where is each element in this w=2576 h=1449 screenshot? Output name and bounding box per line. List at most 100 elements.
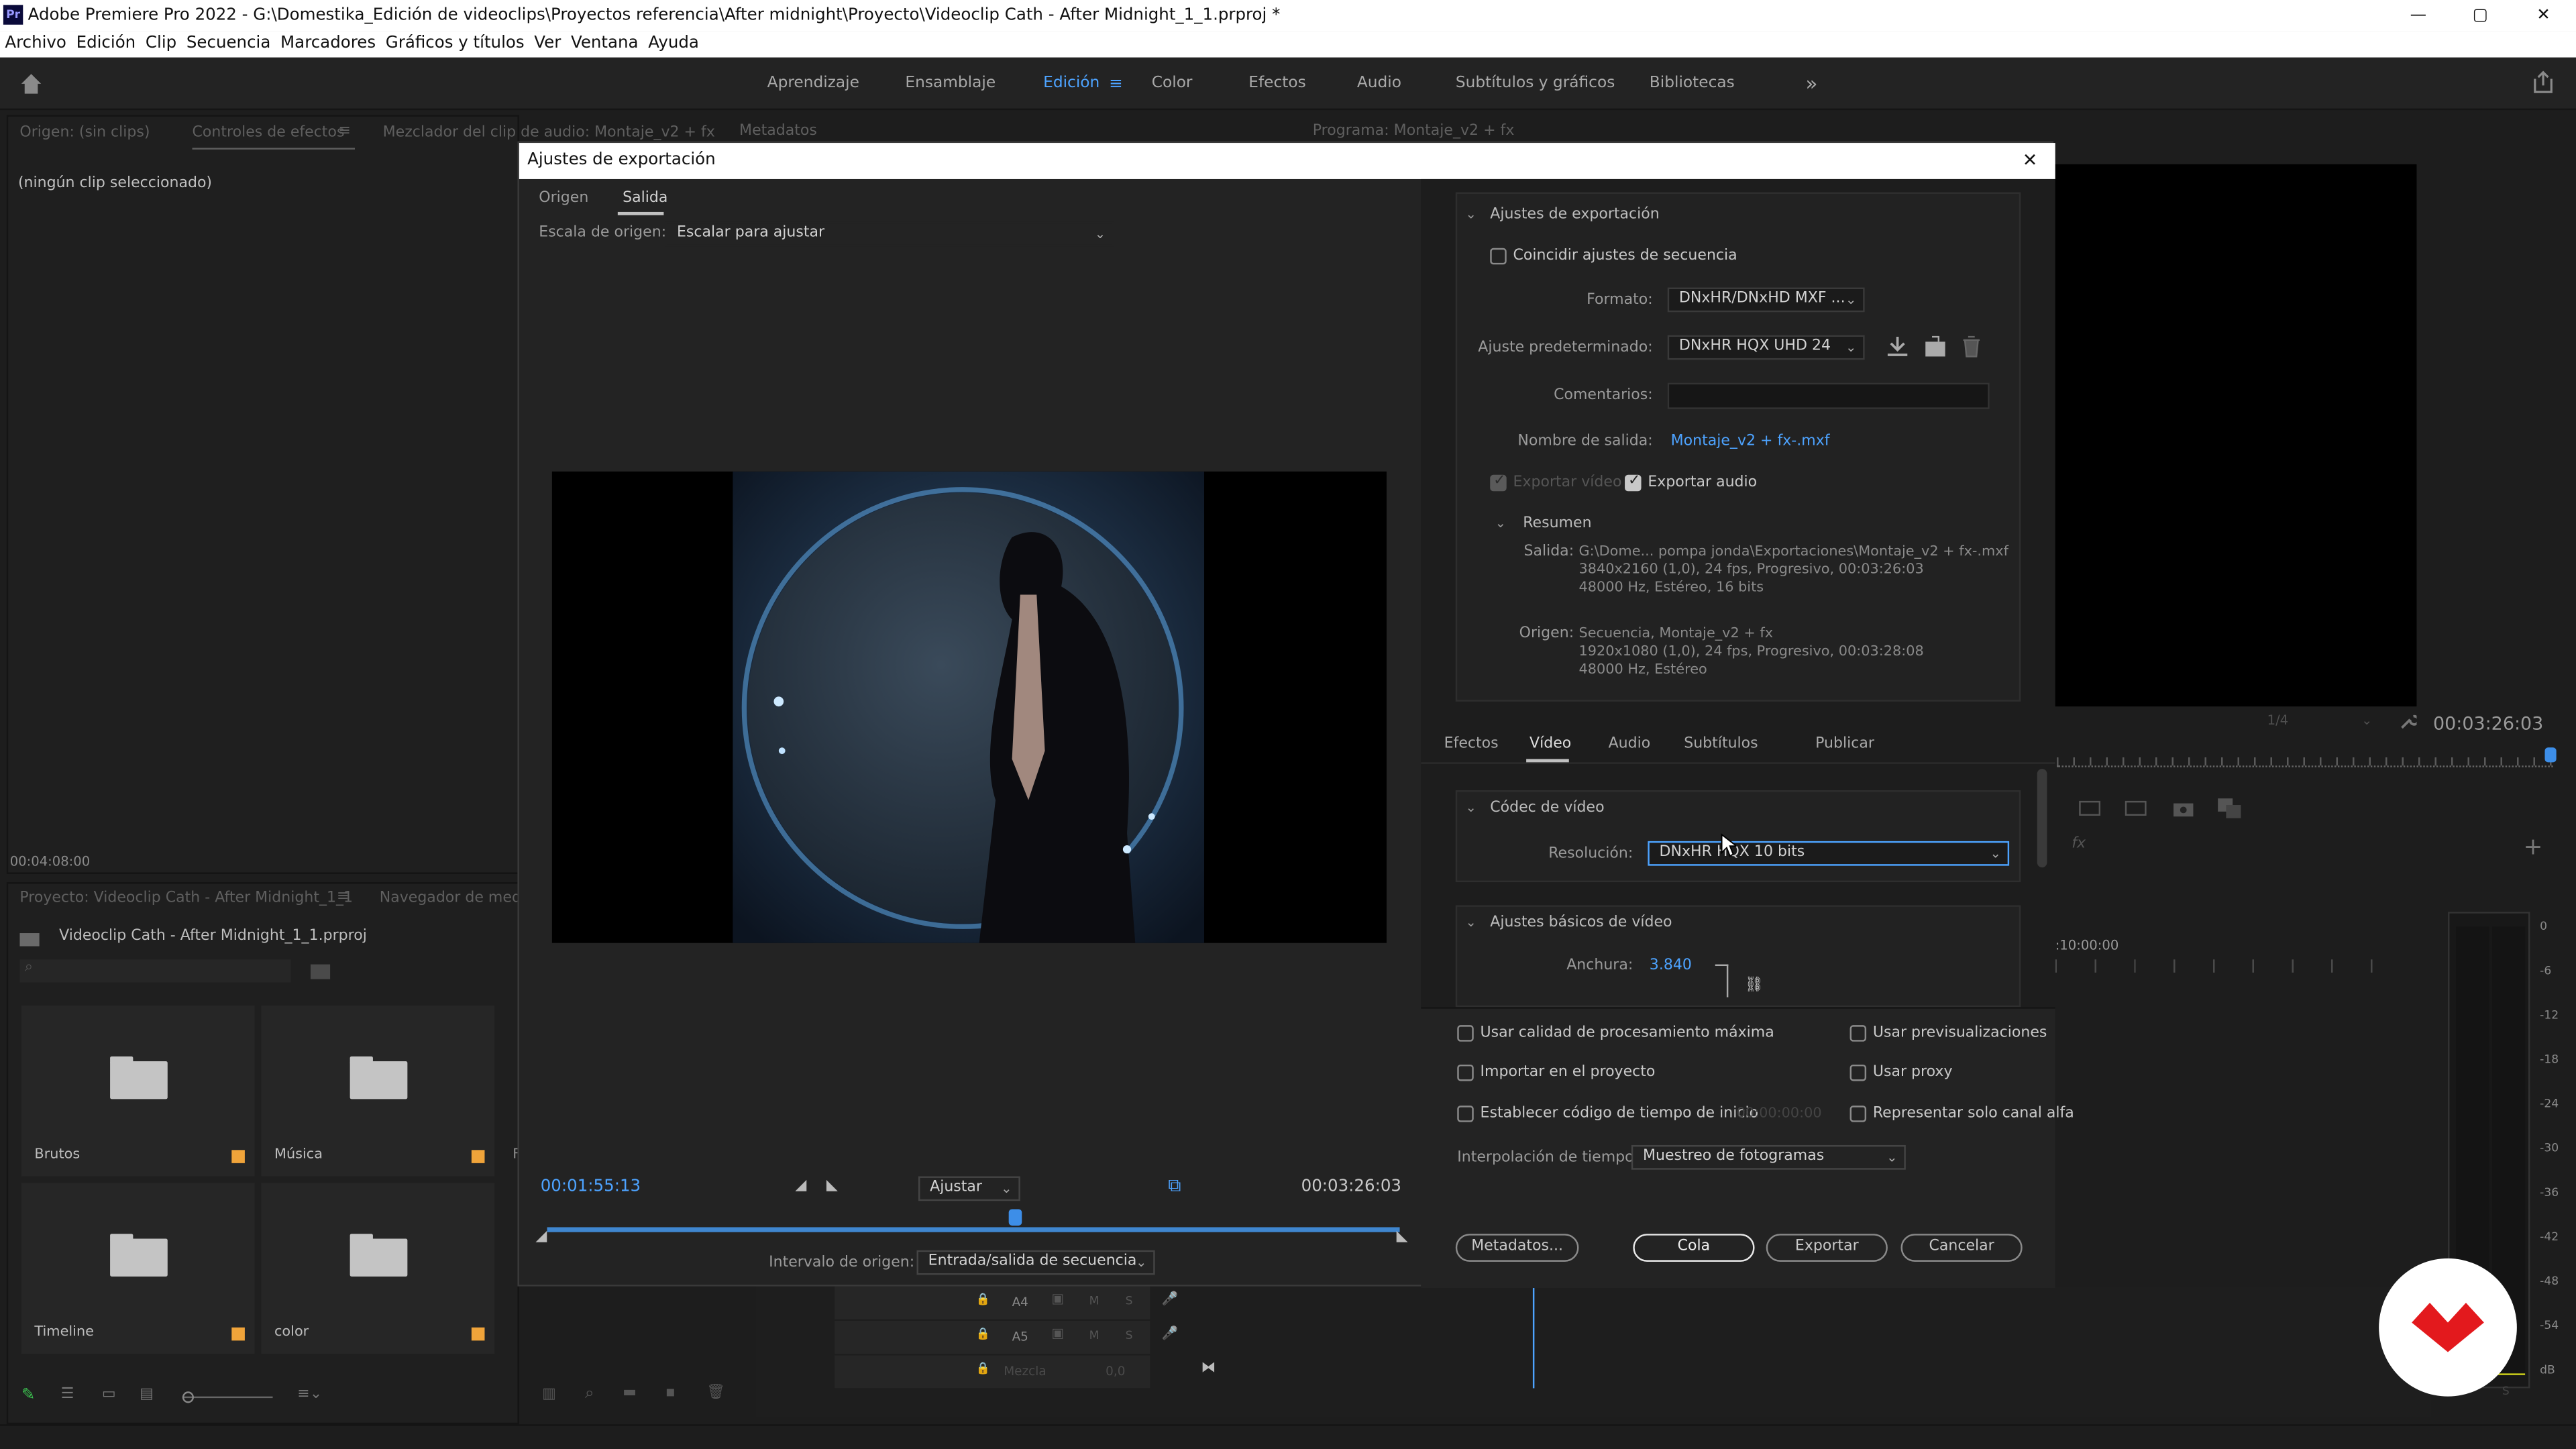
menu-secuencia[interactable]: Secuencia xyxy=(186,34,270,52)
use-previews-checkbox[interactable] xyxy=(1849,1025,1867,1042)
tab-video[interactable]: Vídeo xyxy=(1529,736,1571,752)
new-bin-icon[interactable]: ▬ xyxy=(623,1385,637,1401)
tab-effect-controls[interactable]: Controles de efectos xyxy=(193,125,345,141)
lift-icon[interactable] xyxy=(2077,797,2103,820)
new-bin-search-icon[interactable] xyxy=(310,963,331,979)
meter-solo-right[interactable]: S xyxy=(2502,1385,2510,1399)
mute-button[interactable]: M xyxy=(1089,1329,1099,1342)
project-search-input[interactable]: ⌕ xyxy=(19,959,291,983)
interpolation-select[interactable]: Muestreo de fotogramas ⌄ xyxy=(1631,1144,1906,1170)
menu-clip[interactable]: Clip xyxy=(146,34,176,52)
sync-icon[interactable]: ▣ xyxy=(1051,1291,1064,1306)
tab-audio-clip-mixer[interactable]: Mezclador del clip de audio: Montaje_v2 … xyxy=(383,125,715,141)
zoom-slider[interactable] xyxy=(182,1391,273,1403)
save-preset-icon[interactable] xyxy=(1886,335,1909,358)
find-icon[interactable]: ⌕ xyxy=(585,1385,594,1403)
import-project-checkbox[interactable] xyxy=(1457,1064,1474,1081)
workspace-tab-color[interactable]: Color xyxy=(1152,58,1193,110)
settings-scrollbar[interactable] xyxy=(2037,769,2047,868)
workspace-tab-bibliotecas[interactable]: Bibliotecas xyxy=(1650,58,1735,110)
maximize-button[interactable]: ▢ xyxy=(2473,0,2492,32)
sync-icon[interactable]: ▣ xyxy=(1051,1326,1064,1340)
lock-icon[interactable]: 🔒 xyxy=(976,1293,990,1306)
codec-chevron-icon[interactable]: ⌄ xyxy=(1466,800,1477,815)
bin-tile[interactable]: Brutos xyxy=(21,1005,255,1177)
source-range-select[interactable]: Entrada/salida de secuencia ⌄ xyxy=(916,1250,1155,1275)
panel-menu-icon[interactable]: ≡ xyxy=(338,123,350,140)
summary-chevron-icon[interactable]: ⌄ xyxy=(1495,516,1506,531)
mute-button[interactable]: M xyxy=(1089,1295,1099,1308)
tab-project[interactable]: Proyecto: Videoclip Cath - After Midnigh… xyxy=(19,890,353,906)
pencil-icon[interactable]: ✎ xyxy=(21,1387,36,1405)
project-menu-icon[interactable]: ≡ xyxy=(337,889,349,905)
workspace-menu-icon[interactable]: ≡ xyxy=(1109,76,1123,94)
menu-marcadores[interactable]: Marcadores xyxy=(280,34,376,52)
automate-icon[interactable]: ▥ xyxy=(542,1387,556,1403)
preset-select[interactable]: DNxHR HQX UHD 24 ⌄ xyxy=(1667,335,1865,360)
workspace-tab-edicion[interactable]: Edición xyxy=(1043,58,1099,110)
solo-button[interactable]: S xyxy=(1126,1329,1133,1342)
bin-tile[interactable]: Música xyxy=(261,1005,495,1177)
workspace-overflow-button[interactable]: » xyxy=(1805,58,1817,110)
start-timecode-value[interactable]: 00:00:00:00 xyxy=(1737,1106,1822,1122)
tab-media-browser[interactable]: Navegador de medio xyxy=(380,890,535,906)
export-button[interactable]: Exportar xyxy=(1766,1234,1888,1262)
workspace-tab-audio[interactable]: Audio xyxy=(1357,58,1401,110)
list-view-icon[interactable]: ☰ xyxy=(61,1387,74,1403)
close-window-button[interactable]: ✕ xyxy=(2536,0,2556,32)
menu-edicion[interactable]: Edición xyxy=(76,34,136,52)
new-item-icon[interactable]: ▪ xyxy=(665,1385,676,1401)
menu-graficos[interactable]: Gráficos y títulos xyxy=(386,34,525,52)
tab-efectos[interactable]: Efectos xyxy=(1444,736,1499,752)
preview-tab-origen[interactable]: Origen xyxy=(539,191,588,207)
export-video-checkbox[interactable] xyxy=(1490,473,1507,492)
import-preset-icon[interactable] xyxy=(1924,335,1947,358)
menu-ayuda[interactable]: Ayuda xyxy=(648,34,699,52)
solo-button[interactable]: S xyxy=(1126,1295,1133,1308)
aspect-toggle-icon[interactable]: ⧉ xyxy=(1168,1175,1181,1197)
icon-view-icon[interactable]: ▭ xyxy=(102,1387,116,1403)
program-zoom-select[interactable]: 1/4 ⌄ xyxy=(2267,713,2377,735)
lock-icon[interactable]: 🔒 xyxy=(976,1362,990,1375)
go-to-end-icon[interactable]: ⧓ xyxy=(1201,1360,1216,1377)
trash-icon[interactable]: 🗑 xyxy=(706,1385,725,1401)
mark-out-icon[interactable]: ◣ xyxy=(826,1178,838,1194)
workspace-tab-aprendizaje[interactable]: Aprendizaje xyxy=(767,58,859,110)
bin-tile[interactable]: color xyxy=(261,1183,495,1354)
width-value[interactable]: 3.840 xyxy=(1650,958,1692,974)
format-select[interactable]: DNxHR/DNxHD MXF ... ⌄ xyxy=(1667,287,1865,313)
program-playhead[interactable] xyxy=(2544,747,2557,763)
bin-tile[interactable]: Timeline xyxy=(21,1183,255,1354)
sort-icon[interactable]: ≡⌄ xyxy=(297,1387,322,1403)
tab-publicar[interactable]: Publicar xyxy=(1815,736,1874,752)
camera-icon[interactable] xyxy=(2172,798,2195,818)
chain-link-icon[interactable]: ⛓ xyxy=(1745,977,1764,994)
basic-video-chevron-icon[interactable]: ⌄ xyxy=(1466,915,1477,930)
preview-tab-salida[interactable]: Salida xyxy=(623,191,667,207)
minimize-button[interactable]: — xyxy=(2410,0,2430,32)
resolution-select[interactable]: DNxHR HQX 10 bits⌄ xyxy=(1648,841,2010,866)
mix-value[interactable]: 0,0 xyxy=(1106,1364,1125,1379)
extract-icon[interactable] xyxy=(2123,797,2149,820)
max-quality-checkbox[interactable] xyxy=(1457,1025,1474,1042)
dialog-close-button[interactable]: ✕ xyxy=(2023,143,2038,179)
lock-icon[interactable]: 🔒 xyxy=(976,1328,990,1341)
freeform-view-icon[interactable]: ▤ xyxy=(140,1387,154,1403)
mic-icon[interactable]: 🎤 xyxy=(1161,1291,1177,1306)
delete-preset-icon[interactable] xyxy=(1962,335,1981,358)
tab-program[interactable]: Programa: Montaje_v2 + fx xyxy=(1313,123,1515,140)
menu-ventana[interactable]: Ventana xyxy=(571,34,639,52)
out-point-marker[interactable]: ◣ xyxy=(1397,1229,1408,1245)
in-point-marker[interactable]: ◢ xyxy=(535,1229,547,1245)
comments-input[interactable] xyxy=(1667,382,1990,409)
share-icon[interactable] xyxy=(2532,70,2555,93)
tab-audio[interactable]: Audio xyxy=(1609,736,1651,752)
add-button[interactable]: + xyxy=(2524,835,2543,861)
mic-icon[interactable]: 🎤 xyxy=(1161,1326,1177,1340)
output-name-link[interactable]: Montaje_v2 + fx-.mxf xyxy=(1671,434,1830,450)
compare-icon[interactable] xyxy=(2216,797,2243,820)
home-icon[interactable] xyxy=(19,72,42,95)
cancel-button[interactable]: Cancelar xyxy=(1900,1234,2023,1262)
source-scale-select[interactable]: Escalar para ajustar ⌄ xyxy=(665,221,1114,247)
tab-source[interactable]: Origen: (sin clips) xyxy=(19,125,150,141)
